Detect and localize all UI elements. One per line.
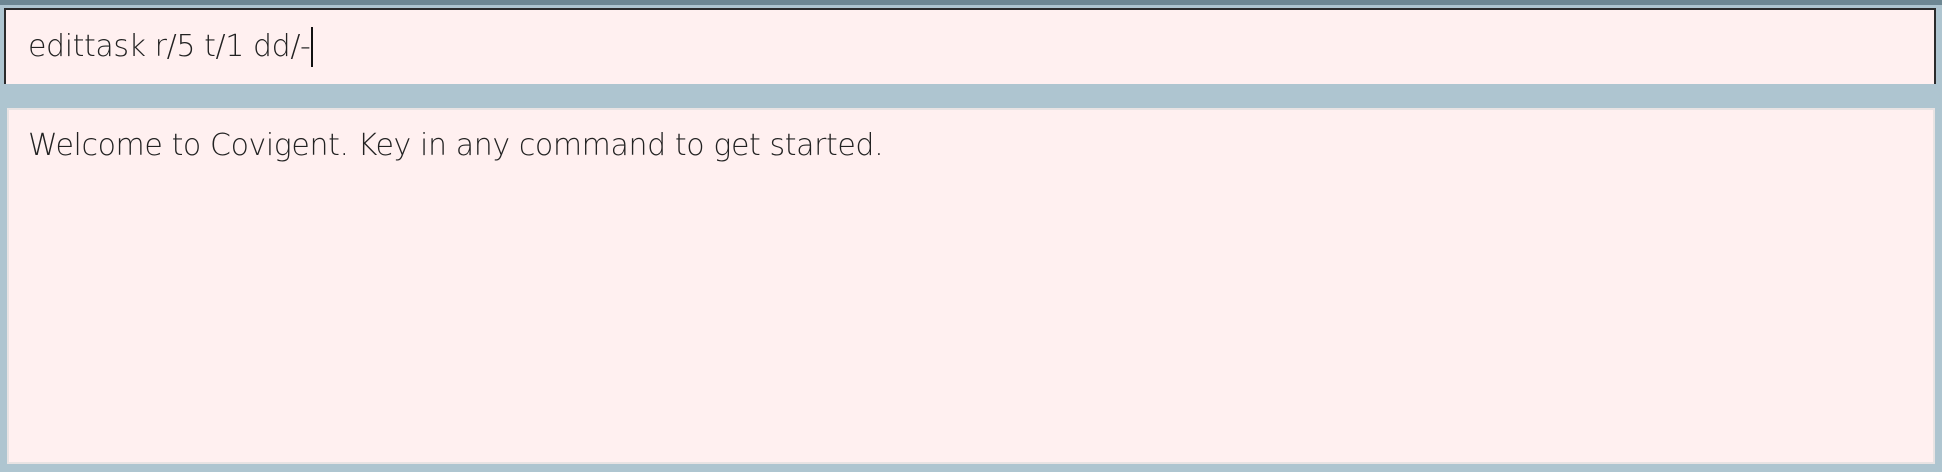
app-window: edittask r/5 t/1 dd/- Welcome to Covigen… (0, 0, 1942, 472)
command-input[interactable]: edittask r/5 t/1 dd/- (6, 10, 1934, 84)
window-top-strip (0, 0, 1942, 5)
command-box[interactable]: edittask r/5 t/1 dd/- (4, 8, 1936, 84)
result-display[interactable]: Welcome to Covigent. Key in any command … (7, 108, 1935, 464)
text-caret (311, 27, 314, 67)
result-display-text: Welcome to Covigent. Key in any command … (28, 128, 884, 163)
command-input-text: edittask r/5 t/1 dd/- (28, 29, 311, 64)
